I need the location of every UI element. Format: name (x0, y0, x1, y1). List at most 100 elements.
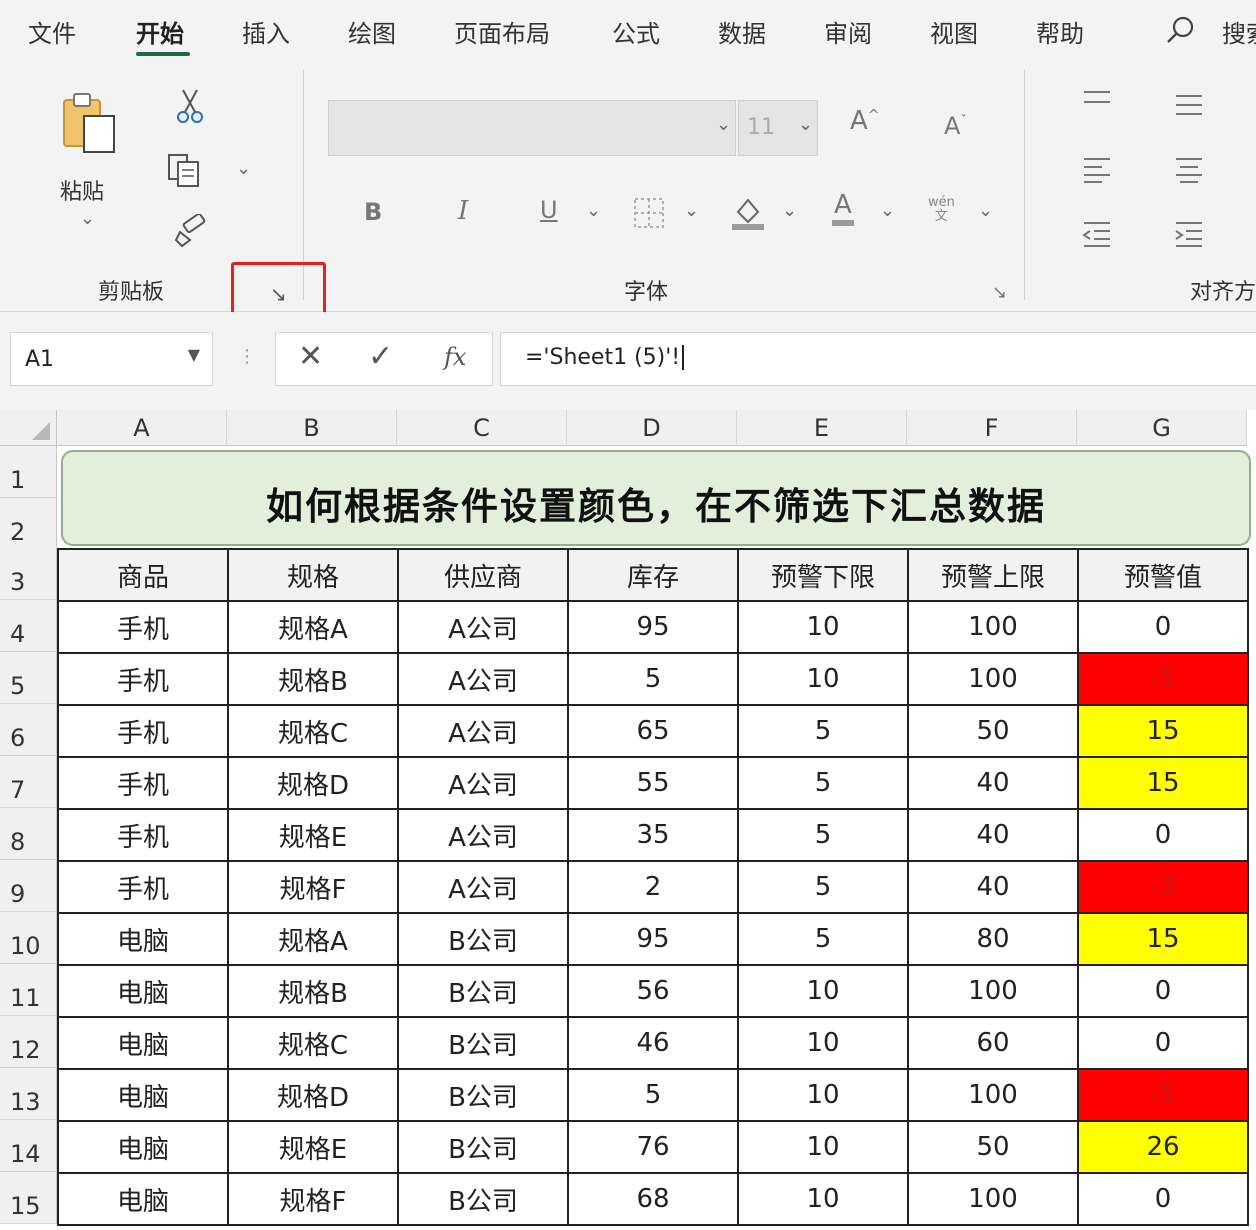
table-cell[interactable]: B公司 (397, 1016, 569, 1070)
cut-scissors-icon[interactable] (175, 88, 205, 124)
fill-color-chevron-icon[interactable]: ⌄ (782, 200, 797, 221)
table-cell[interactable]: 手机 (57, 860, 229, 914)
align-middle-icon[interactable] (1174, 92, 1204, 118)
align-center-icon[interactable] (1174, 156, 1204, 184)
table-cell[interactable]: -5 (1077, 1068, 1249, 1122)
table-cell[interactable]: B公司 (397, 964, 569, 1018)
table-cell[interactable]: 100 (907, 600, 1079, 654)
row-header-8[interactable]: 8 (0, 808, 57, 860)
paste-label[interactable]: 粘贴 (60, 174, 104, 206)
column-header-c[interactable]: C (397, 410, 567, 446)
decrease-indent-icon[interactable] (1082, 220, 1112, 248)
table-cell[interactable]: 10 (737, 1120, 909, 1174)
row-header-2[interactable]: 2 (0, 498, 57, 550)
font-dialog-launcher-icon[interactable]: ↘ (992, 282, 1007, 303)
table-cell[interactable]: 10 (737, 1016, 909, 1070)
table-cell[interactable]: 规格E (227, 808, 399, 862)
table-cell[interactable]: 0 (1077, 808, 1249, 862)
column-header-cell[interactable]: 规格 (227, 548, 399, 602)
fill-color-icon[interactable] (730, 192, 766, 232)
row-header-7[interactable]: 7 (0, 756, 57, 808)
font-color-button[interactable]: A (832, 190, 854, 226)
table-cell[interactable]: 0 (1077, 600, 1249, 654)
table-cell[interactable]: 规格C (227, 704, 399, 758)
phonetic-chevron-icon[interactable]: ⌄ (978, 200, 993, 221)
table-cell[interactable]: 规格A (227, 600, 399, 654)
table-cell[interactable]: 电脑 (57, 1172, 229, 1226)
table-cell[interactable]: 10 (737, 1172, 909, 1226)
table-cell[interactable]: 100 (907, 964, 1079, 1018)
table-cell[interactable]: 手机 (57, 600, 229, 654)
column-header-cell[interactable]: 供应商 (397, 548, 569, 602)
table-cell[interactable]: 40 (907, 808, 1079, 862)
column-header-cell[interactable]: 库存 (567, 548, 739, 602)
name-box-dropdown-icon[interactable]: ▼ (188, 345, 200, 364)
table-cell[interactable]: 0 (1077, 1016, 1249, 1070)
increase-font-size-button[interactable]: A^ (850, 106, 880, 136)
table-cell[interactable]: 规格B (227, 652, 399, 706)
table-cell[interactable]: 规格E (227, 1120, 399, 1174)
cancel-entry-icon[interactable]: ✕ (298, 339, 323, 374)
table-cell[interactable]: 电脑 (57, 1016, 229, 1070)
row-header-3[interactable]: 3 (0, 548, 57, 600)
search-label[interactable]: 搜索 (1222, 14, 1256, 49)
tab-formulas[interactable]: 公式 (612, 14, 660, 49)
column-header-cell[interactable]: 预警下限 (737, 548, 909, 602)
table-cell[interactable]: 5 (567, 652, 739, 706)
table-cell[interactable]: 10 (737, 652, 909, 706)
table-cell[interactable]: 手机 (57, 756, 229, 810)
tab-file[interactable]: 文件 (28, 14, 76, 49)
table-cell[interactable]: 手机 (57, 808, 229, 862)
table-cell[interactable]: 15 (1077, 912, 1249, 966)
decrease-font-size-button[interactable]: Aˇ (944, 112, 967, 140)
table-cell[interactable]: 电脑 (57, 1120, 229, 1174)
tab-home[interactable]: 开始 (136, 14, 184, 49)
table-cell[interactable]: 50 (907, 1120, 1079, 1174)
table-cell[interactable]: 100 (907, 652, 1079, 706)
table-cell[interactable]: 46 (567, 1016, 739, 1070)
table-cell[interactable]: 50 (907, 704, 1079, 758)
column-header-cell[interactable]: 预警上限 (907, 548, 1079, 602)
table-cell[interactable]: 10 (737, 600, 909, 654)
row-header-10[interactable]: 10 (0, 912, 57, 964)
copy-icon[interactable] (166, 152, 202, 188)
column-header-cell[interactable]: 预警值 (1077, 548, 1249, 602)
table-cell[interactable]: 规格C (227, 1016, 399, 1070)
font-size-chevron-icon[interactable]: ⌄ (798, 114, 813, 135)
row-header-14[interactable]: 14 (0, 1120, 57, 1172)
table-cell[interactable]: 95 (567, 912, 739, 966)
tab-review[interactable]: 审阅 (824, 14, 872, 49)
table-cell[interactable]: 5 (737, 860, 909, 914)
font-name-combobox[interactable] (328, 100, 736, 156)
tab-help[interactable]: 帮助 (1036, 14, 1084, 49)
table-cell[interactable]: 80 (907, 912, 1079, 966)
tab-data[interactable]: 数据 (718, 14, 766, 49)
column-header-d[interactable]: D (567, 410, 737, 446)
borders-icon[interactable] (632, 196, 666, 230)
table-cell[interactable]: 35 (567, 808, 739, 862)
table-cell[interactable]: 5 (737, 808, 909, 862)
row-header-11[interactable]: 11 (0, 964, 57, 1016)
font-name-chevron-icon[interactable]: ⌄ (716, 114, 731, 135)
table-cell[interactable]: B公司 (397, 1172, 569, 1226)
tab-view[interactable]: 视图 (930, 14, 978, 49)
name-box[interactable]: A1 ▼ (10, 332, 213, 386)
underline-button[interactable]: U (540, 196, 558, 224)
table-cell[interactable]: 5 (737, 912, 909, 966)
table-cell[interactable]: 手机 (57, 704, 229, 758)
row-header-4[interactable]: 4 (0, 600, 57, 652)
table-cell[interactable]: 40 (907, 860, 1079, 914)
table-cell[interactable]: B公司 (397, 1068, 569, 1122)
table-cell[interactable]: 100 (907, 1068, 1079, 1122)
sheet-title[interactable]: 如何根据条件设置颜色，在不筛选下汇总数据 (61, 450, 1251, 546)
table-cell[interactable]: 规格F (227, 860, 399, 914)
bold-button[interactable]: B (364, 198, 382, 226)
table-cell[interactable]: 规格F (227, 1172, 399, 1226)
table-cell[interactable]: 规格D (227, 756, 399, 810)
table-cell[interactable]: 68 (567, 1172, 739, 1226)
table-cell[interactable]: B公司 (397, 912, 569, 966)
confirm-entry-icon[interactable]: ✓ (368, 339, 393, 374)
table-cell[interactable]: 26 (1077, 1120, 1249, 1174)
row-header-12[interactable]: 12 (0, 1016, 57, 1068)
table-cell[interactable]: 0 (1077, 964, 1249, 1018)
